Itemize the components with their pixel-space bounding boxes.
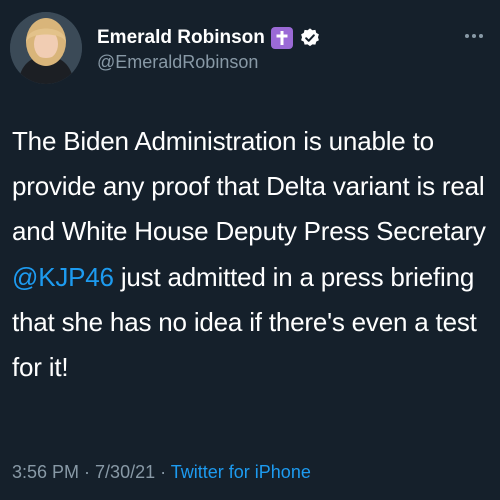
tweet-source[interactable]: Twitter for iPhone xyxy=(171,462,311,482)
meta-separator: · xyxy=(79,462,96,482)
author-handle[interactable]: @EmeraldRobinson xyxy=(97,52,258,73)
tweet-text: The Biden Administration is unable to pr… xyxy=(12,119,496,390)
more-dot xyxy=(479,34,483,38)
tweet-meta: 3:56 PM · 7/30/21 · Twitter for iPhone xyxy=(12,462,311,483)
avatar[interactable] xyxy=(10,12,82,84)
avatar-image xyxy=(10,12,82,84)
mention-link[interactable]: @KJP46 xyxy=(12,262,114,292)
more-dot xyxy=(465,34,469,38)
tweet-time[interactable]: 3:56 PM xyxy=(12,462,79,482)
more-options-icon[interactable] xyxy=(460,26,488,46)
tweet-text-part: The Biden Administration is unable to pr… xyxy=(12,126,486,247)
author-display-name[interactable]: Emerald Robinson xyxy=(97,27,265,49)
meta-separator: · xyxy=(155,462,171,482)
author-name-row: Emerald Robinson xyxy=(97,26,321,50)
verified-icon xyxy=(299,27,321,49)
tweet-card: Emerald Robinson @EmeraldRobinson The Bi… xyxy=(0,0,500,500)
cross-icon xyxy=(270,27,293,49)
more-dot xyxy=(472,34,476,38)
tweet-date[interactable]: 7/30/21 xyxy=(95,462,155,482)
